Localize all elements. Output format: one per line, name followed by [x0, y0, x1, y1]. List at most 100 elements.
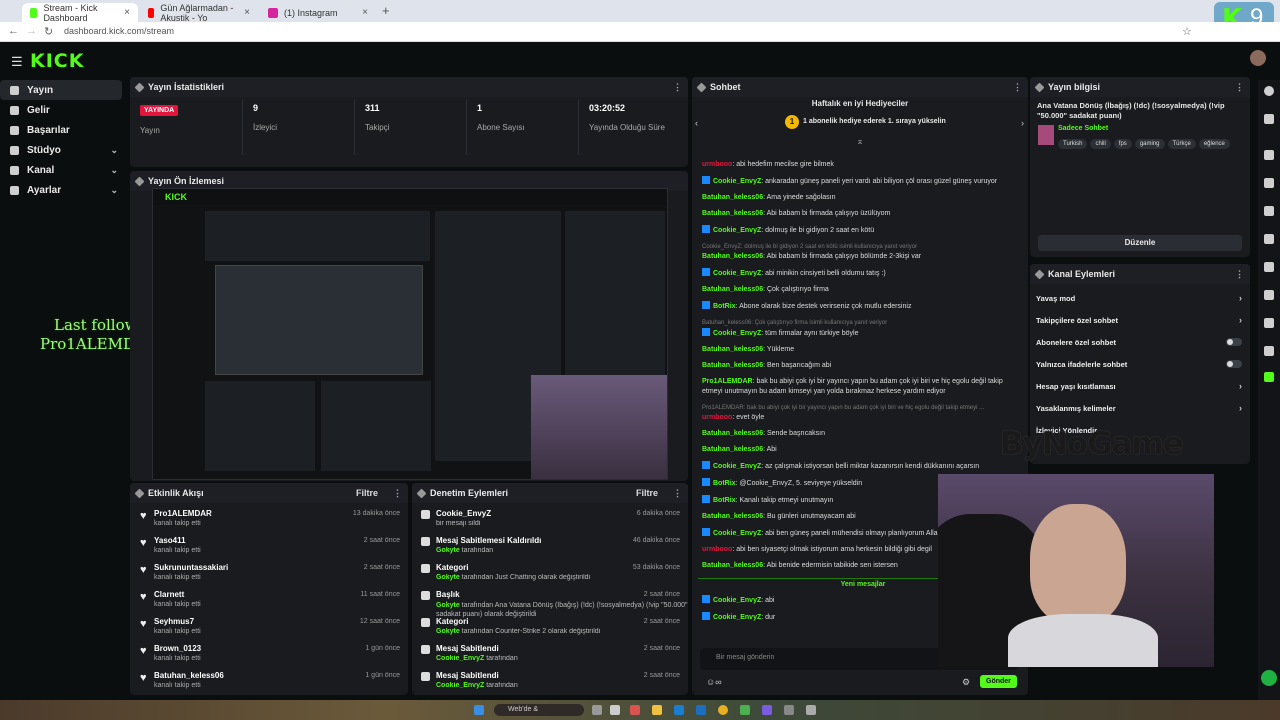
slow-mode-action[interactable]: Yavaş mod ›	[1030, 287, 1250, 309]
drag-handle-icon[interactable]	[1034, 269, 1045, 279]
filter-button[interactable]: Filtre	[356, 488, 378, 498]
category-name[interactable]: Sadece Sohbet	[1058, 125, 1108, 132]
pin-icon[interactable]: ⌅	[692, 136, 1028, 147]
forward-icon[interactable]: →	[26, 25, 37, 37]
obs-icon[interactable]	[806, 705, 816, 715]
chat-username[interactable]: Batuhan_keless06	[702, 194, 763, 201]
chat-username[interactable]: Batuhan_keless06	[702, 253, 763, 260]
sidebar-item-basarilar[interactable]: Başarılar	[0, 120, 128, 140]
app-icon[interactable]	[630, 705, 640, 715]
followers-only-action[interactable]: Takipçilere özel sohbet ›	[1030, 309, 1250, 331]
chat-bubble-icon[interactable]	[1264, 234, 1274, 244]
chat-username[interactable]: Batuhan_keless06	[702, 430, 763, 437]
more-options-icon[interactable]: ⋮	[1013, 82, 1022, 93]
bookmark-star-icon[interactable]: ☆	[1182, 25, 1192, 38]
moderator-name[interactable]: Gokyte	[436, 574, 460, 581]
close-icon[interactable]: ×	[362, 7, 368, 18]
tab-youtube[interactable]: Gün Ağlarmadan - Akustik - Yo ×	[140, 3, 258, 23]
emote-icon[interactable]: ☺∞	[706, 677, 722, 687]
send-button[interactable]: Gönder	[980, 675, 1017, 688]
moderator-name[interactable]: Cookie_EnvyZ	[436, 655, 484, 662]
chat-username[interactable]: Batuhan_keless06	[702, 562, 763, 569]
stream-preview-video[interactable]: KICK	[152, 188, 668, 480]
chat-username[interactable]: Cookie_EnvyZ	[713, 597, 761, 604]
chevron-right-icon[interactable]: ›	[1021, 118, 1024, 128]
chat-username[interactable]: BotRix	[713, 480, 736, 487]
chat-username[interactable]: Cookie_EnvyZ	[713, 614, 761, 621]
chat-username[interactable]: BotRix	[713, 497, 736, 504]
edge-icon[interactable]	[674, 705, 684, 715]
new-tab-button[interactable]: +	[382, 3, 390, 18]
list-icon[interactable]	[1264, 290, 1274, 300]
tab-instagram[interactable]: (1) Instagram ×	[260, 3, 376, 22]
moderator-name[interactable]: Gokyte	[436, 602, 460, 609]
chat-username[interactable]: Cookie_EnvyZ	[713, 178, 761, 185]
account-age-action[interactable]: Hesap yaşı kısıtlaması ›	[1030, 375, 1250, 397]
more-options-icon[interactable]: ⋮	[1235, 82, 1244, 93]
chat-username[interactable]: Cookie_EnvyZ	[713, 270, 761, 277]
moderator-name[interactable]: Gokyte	[436, 547, 460, 554]
chat-fab-icon[interactable]	[1261, 670, 1277, 686]
sidebar-item-gelir[interactable]: Gelir	[0, 100, 128, 120]
share-icon[interactable]	[1264, 346, 1274, 356]
sidebar-item-ayarlar[interactable]: Ayarlar ⌄	[0, 180, 128, 200]
back-icon[interactable]: ←	[8, 25, 19, 37]
reload-icon[interactable]: ↻	[44, 25, 53, 38]
chat-username[interactable]: urmbooo	[702, 546, 732, 553]
url-text[interactable]: dashboard.kick.com/stream	[64, 26, 174, 36]
chevron-left-icon[interactable]: ‹	[695, 118, 698, 128]
crosshair-icon[interactable]	[1264, 150, 1274, 160]
app-icon[interactable]	[696, 705, 706, 715]
menu-icon[interactable]: ☰	[11, 54, 23, 70]
drag-handle-icon[interactable]	[1034, 82, 1045, 92]
moderator-name[interactable]: Gokyte	[436, 628, 460, 635]
drag-handle-icon[interactable]	[134, 176, 145, 186]
discord-icon[interactable]	[762, 705, 772, 715]
gear-icon[interactable]: ⚙	[962, 677, 970, 688]
broadcast-icon[interactable]	[1264, 262, 1274, 272]
more-options-icon[interactable]: ⋮	[1235, 269, 1244, 280]
tab-kick-dashboard[interactable]: Stream - Kick Dashboard ×	[22, 3, 138, 23]
chrome-icon[interactable]	[718, 705, 728, 715]
emote-only-toggle[interactable]	[1226, 360, 1242, 368]
gift-prompt[interactable]: 1 abonelik hediye ederek 1. sıraya yükse…	[803, 118, 946, 125]
chat-username[interactable]: Batuhan_keless06	[702, 513, 763, 520]
book-icon[interactable]	[1264, 206, 1274, 216]
chat-username[interactable]: Cookie_EnvyZ	[713, 463, 761, 470]
banned-words-action[interactable]: Yasaklanmış kelimeler ›	[1030, 397, 1250, 419]
kick-app-icon[interactable]	[1264, 372, 1274, 382]
xbox-icon[interactable]	[740, 705, 750, 715]
chat-username[interactable]: Cookie_EnvyZ	[713, 330, 761, 337]
pencil-icon[interactable]	[1264, 114, 1274, 124]
widgets-icon[interactable]	[610, 705, 620, 715]
edit-button[interactable]: Düzenle	[1038, 235, 1242, 251]
more-options-icon[interactable]: ⋮	[393, 488, 402, 499]
avatar[interactable]	[1250, 50, 1266, 66]
chat-username[interactable]: Batuhan_keless06	[702, 286, 763, 293]
lightning-icon[interactable]	[1264, 178, 1274, 188]
chat-username[interactable]: Pro1ALEMDAR	[702, 378, 753, 385]
sidebar-item-studyo[interactable]: Stüdyo ⌄	[0, 140, 128, 160]
chat-username[interactable]: BotRix	[713, 303, 736, 310]
kick-logo[interactable]: KICK	[30, 50, 84, 72]
sidebar-item-yayin[interactable]: Yayın	[0, 80, 122, 100]
drag-handle-icon[interactable]	[696, 82, 707, 92]
subscribers-only-toggle[interactable]	[1226, 338, 1242, 346]
info-icon[interactable]	[1264, 86, 1274, 96]
chat-username[interactable]: Batuhan_keless06	[702, 362, 763, 369]
drag-handle-icon[interactable]	[416, 488, 427, 498]
more-options-icon[interactable]: ⋮	[673, 488, 682, 499]
sidebar-item-kanal[interactable]: Kanal ⌄	[0, 160, 128, 180]
chat-username[interactable]: urmbooo	[702, 414, 732, 421]
chat-username[interactable]: urmbooo	[702, 161, 732, 168]
close-icon[interactable]: ×	[124, 7, 130, 18]
drag-handle-icon[interactable]	[134, 82, 145, 92]
chat-username[interactable]: Batuhan_keless06	[702, 346, 763, 353]
chat-username[interactable]: Batuhan_keless06	[702, 210, 763, 217]
more-options-icon[interactable]: ⋮	[673, 82, 682, 93]
chat-username[interactable]: Cookie_EnvyZ	[713, 530, 761, 537]
app-icon[interactable]	[784, 705, 794, 715]
chat-username[interactable]: Cookie_EnvyZ	[713, 227, 761, 234]
close-icon[interactable]: ×	[244, 7, 250, 18]
drag-handle-icon[interactable]	[134, 488, 145, 498]
